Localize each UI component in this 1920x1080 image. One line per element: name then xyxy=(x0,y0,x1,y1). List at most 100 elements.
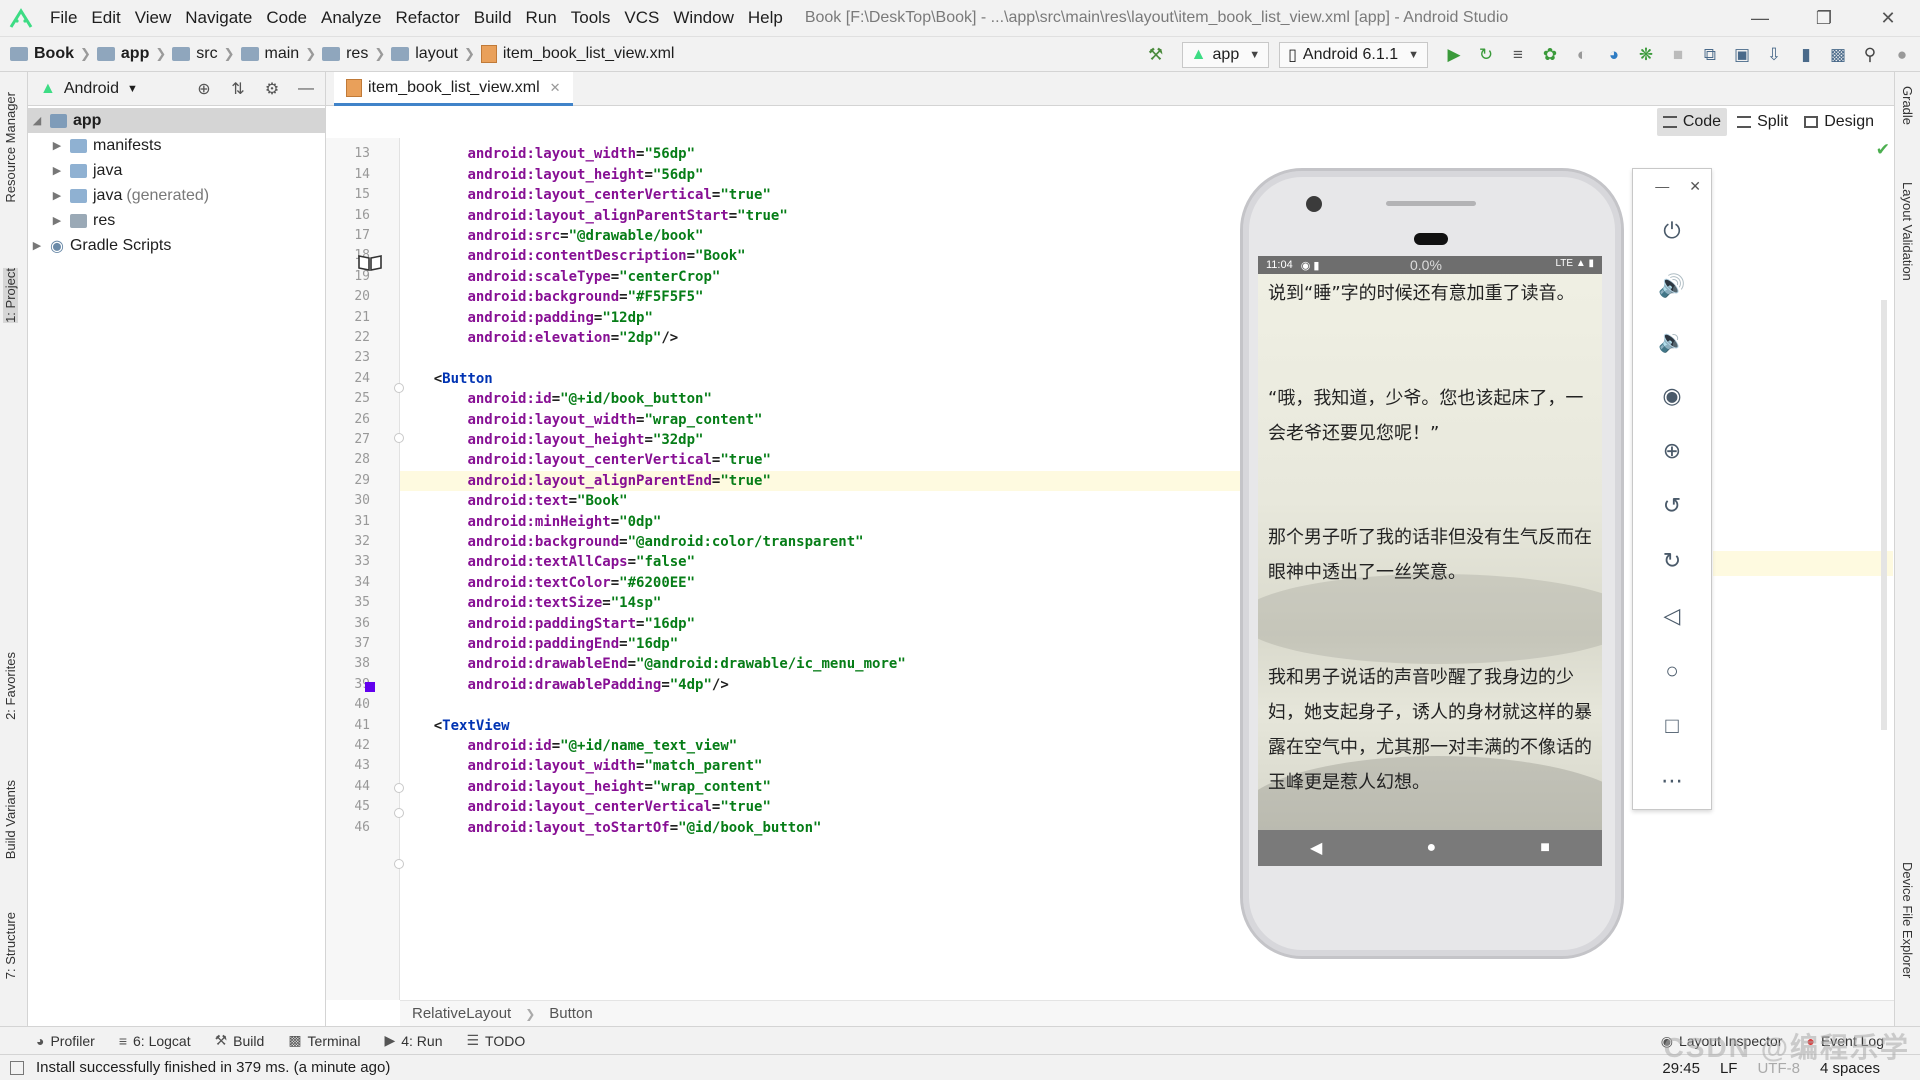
menu-navigate[interactable]: Navigate xyxy=(185,8,252,28)
split-mode-button[interactable]: Split xyxy=(1731,108,1794,136)
back-icon[interactable]: ◁ xyxy=(1633,588,1711,643)
menu-vcs[interactable]: VCS xyxy=(624,8,659,28)
line-separator[interactable]: LF xyxy=(1720,1060,1738,1077)
close-tab-icon[interactable]: ✕ xyxy=(550,80,561,96)
tool-profiler[interactable]: ◕ Profiler xyxy=(36,1033,95,1049)
close-window-icon[interactable]: ✕ xyxy=(1856,0,1920,36)
code-mode-button[interactable]: Code xyxy=(1656,108,1728,136)
tool-layout-inspector[interactable]: ◉ Layout Inspector xyxy=(1661,1033,1783,1050)
profile-icon[interactable]: ◕ xyxy=(1602,43,1626,67)
recents-square-icon[interactable]: ■ xyxy=(1540,839,1550,857)
menu-refactor[interactable]: Refactor xyxy=(395,8,459,28)
coverage-icon[interactable]: ◐ xyxy=(1570,43,1594,67)
status-message[interactable]: Install successfully finished in 379 ms.… xyxy=(36,1059,390,1076)
tree-item-res[interactable]: ▶ res xyxy=(28,208,325,233)
fold-marker-icon[interactable] xyxy=(394,859,404,869)
tree-item-java[interactable]: ▶ java xyxy=(28,158,325,183)
tab-favorites[interactable]: 2: Favorites xyxy=(3,652,18,720)
chevron-right-icon[interactable]: ▶ xyxy=(50,189,64,202)
tab-resource-manager[interactable]: Resource Manager xyxy=(3,92,18,203)
crumb-app[interactable]: app ❯ xyxy=(96,45,166,63)
tab-layout-validation[interactable]: Layout Validation xyxy=(1900,182,1915,281)
tool-todo[interactable]: ☰ TODO xyxy=(466,1032,525,1049)
crumb-project[interactable]: Book ❯ xyxy=(10,45,91,63)
book-drawable-icon[interactable] xyxy=(357,254,383,272)
tool-logcat[interactable]: ≡ 6: Logcat xyxy=(119,1033,191,1049)
volume-up-icon[interactable]: 🔊 xyxy=(1633,258,1711,313)
close-icon[interactable]: ✕ xyxy=(1689,178,1701,195)
overview-icon[interactable]: □ xyxy=(1633,698,1711,753)
no-problems-check-icon[interactable]: ✔ xyxy=(1876,140,1890,160)
tool-event-log[interactable]: ● Event Log xyxy=(1806,1033,1884,1049)
collapse-all-icon[interactable]: ⇅ xyxy=(227,78,249,100)
minimize-icon[interactable]: — xyxy=(1655,178,1669,194)
more-icon[interactable]: ⋯ xyxy=(1633,753,1711,808)
sdk-manager-icon[interactable]: ⇩ xyxy=(1762,43,1786,67)
indent-setting[interactable]: 4 spaces xyxy=(1820,1060,1880,1077)
home-icon[interactable]: ○ xyxy=(1633,643,1711,698)
menu-run[interactable]: Run xyxy=(526,8,557,28)
emulator-screen[interactable]: 11:04 ◉ ▮ LTE ▲ ▮ 0.0% 说到“睡”字的时候还有意加重了读音… xyxy=(1258,256,1602,866)
debug-icon[interactable]: ✿ xyxy=(1538,43,1562,67)
run-config-select[interactable]: ▲ app ▼ xyxy=(1181,42,1270,68)
crumb-file[interactable]: item_book_list_view.xml xyxy=(480,45,674,63)
locate-icon[interactable]: ⊕ xyxy=(193,78,215,100)
menu-tools[interactable]: Tools xyxy=(571,8,611,28)
tab-gradle[interactable]: Gradle xyxy=(1900,86,1915,125)
project-structure-icon[interactable]: ▩ xyxy=(1826,43,1850,67)
power-icon[interactable]: ⏻ xyxy=(1633,203,1711,258)
gear-icon[interactable]: ⚙ xyxy=(261,78,283,100)
fold-marker-icon[interactable] xyxy=(394,383,404,393)
minimize-icon[interactable]: — xyxy=(1728,0,1792,36)
fold-marker-icon[interactable] xyxy=(394,783,404,793)
crumb-layout[interactable]: layout ❯ xyxy=(391,45,475,63)
status-toggle-icon[interactable] xyxy=(10,1060,24,1075)
tab-structure[interactable]: 7: Structure xyxy=(3,912,18,979)
tree-item-gradle-scripts[interactable]: ▶ ◉ Gradle Scripts xyxy=(28,233,325,258)
tab-project[interactable]: 1: Project xyxy=(3,268,18,323)
volume-down-icon[interactable]: 🔉 xyxy=(1633,313,1711,368)
chevron-right-icon[interactable]: ▶ xyxy=(30,239,44,252)
apply-code-changes-icon[interactable]: ≡ xyxy=(1506,43,1530,67)
menu-analyze[interactable]: Analyze xyxy=(321,8,381,28)
zoom-icon[interactable]: ⊕ xyxy=(1633,423,1711,478)
fold-marker-icon[interactable] xyxy=(394,808,404,818)
account-icon[interactable]: ● xyxy=(1890,43,1914,67)
tool-terminal[interactable]: ▩ Terminal xyxy=(288,1032,360,1049)
design-mode-button[interactable]: Design xyxy=(1798,108,1880,136)
crumb-res[interactable]: res ❯ xyxy=(322,45,385,63)
breadcrumb-relativelayout[interactable]: RelativeLayout xyxy=(412,1005,511,1022)
tree-item-java-generated[interactable]: ▶ java (generated) xyxy=(28,183,325,208)
rotate-right-icon[interactable]: ↻ xyxy=(1633,533,1711,588)
apply-changes-icon[interactable]: ↻ xyxy=(1474,43,1498,67)
attach-debugger-icon[interactable]: ❋ xyxy=(1634,43,1658,67)
home-circle-icon[interactable]: ● xyxy=(1426,839,1436,857)
device-manager-icon[interactable]: ▮ xyxy=(1794,43,1818,67)
device-select[interactable]: ▯ Android 6.1.1 ▼ xyxy=(1279,42,1428,68)
editor-tab-item-book-list-view[interactable]: item_book_list_view.xml ✕ xyxy=(334,72,573,106)
tool-run[interactable]: ▶ 4: Run xyxy=(384,1032,442,1049)
rotate-left-icon[interactable]: ↺ xyxy=(1633,478,1711,533)
file-encoding[interactable]: UTF-8 xyxy=(1757,1060,1800,1077)
menu-help[interactable]: Help xyxy=(748,8,783,28)
avd-manager-icon[interactable]: ▣ xyxy=(1730,43,1754,67)
search-icon[interactable]: ⚲ xyxy=(1858,43,1882,67)
project-view-select[interactable]: ▲ Android ▼ ⊕ ⇅ ⚙ — xyxy=(28,72,325,106)
chevron-right-icon[interactable]: ▶ xyxy=(50,214,64,227)
menu-code[interactable]: Code xyxy=(266,8,307,28)
camera-icon[interactable]: ◉ xyxy=(1633,368,1711,423)
sync-project-icon[interactable]: ⧉ xyxy=(1698,43,1722,67)
menu-file[interactable]: File xyxy=(50,8,77,28)
tab-device-file-explorer[interactable]: Device File Explorer xyxy=(1900,862,1915,978)
breadcrumb-button[interactable]: Button xyxy=(549,1005,592,1022)
editor-scrollbar[interactable] xyxy=(1881,300,1887,730)
caret-position[interactable]: 29:45 xyxy=(1662,1060,1700,1077)
run-icon[interactable]: ▶ xyxy=(1442,43,1466,67)
menu-window[interactable]: Window xyxy=(673,8,733,28)
stop-icon[interactable]: ■ xyxy=(1666,43,1690,67)
chevron-right-icon[interactable]: ▶ xyxy=(50,139,64,152)
maximize-icon[interactable]: ❐ xyxy=(1792,0,1856,36)
fold-marker-icon[interactable] xyxy=(394,433,404,443)
tree-item-manifests[interactable]: ▶ manifests xyxy=(28,133,325,158)
tree-item-app[interactable]: ◢ app xyxy=(28,108,325,133)
